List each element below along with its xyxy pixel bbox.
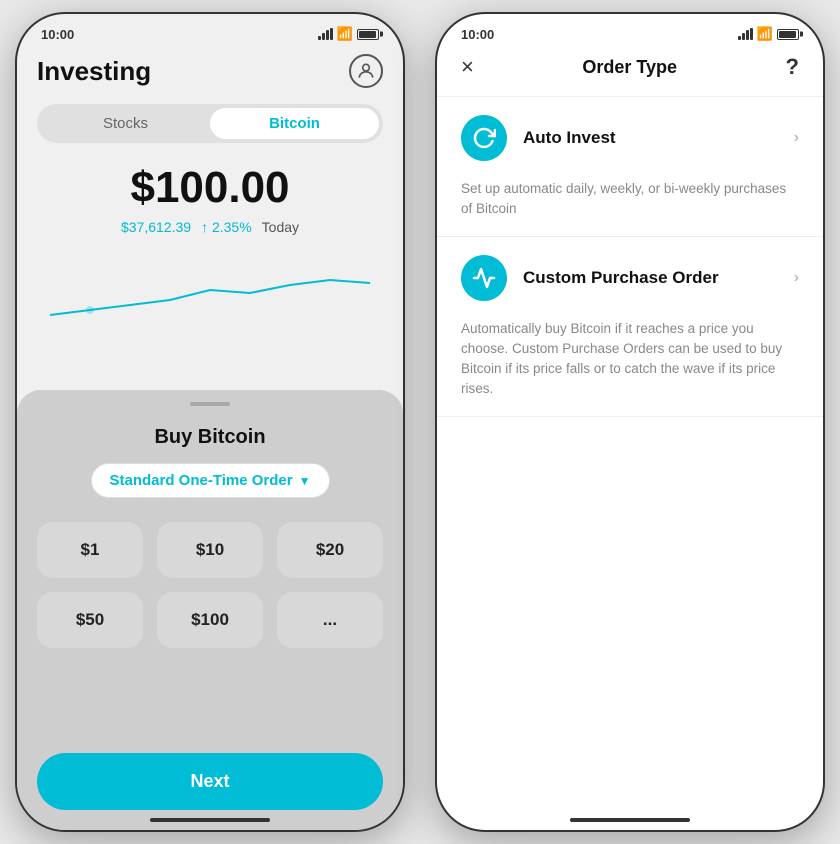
custom-purchase-icon xyxy=(461,255,507,301)
status-bar-left: 10:00 📶 xyxy=(17,14,403,46)
order-type-selector[interactable]: Standard One-Time Order ▼ xyxy=(91,463,330,498)
divider-2 xyxy=(437,416,823,417)
dropdown-chevron-icon: ▼ xyxy=(299,474,311,488)
close-button[interactable]: × xyxy=(461,54,474,80)
amount-grid: $1 $10 $20 $50 $100 ... xyxy=(37,522,383,648)
status-bar-right: 10:00 📶 xyxy=(437,14,823,46)
wifi-icon-right: 📶 xyxy=(757,26,773,42)
btc-price: $37,612.39 xyxy=(121,219,191,235)
tabs-row: Stocks Bitcoin xyxy=(37,104,383,143)
amount-btn-50[interactable]: $50 xyxy=(37,592,143,648)
portfolio-value: $100.00 xyxy=(37,163,383,213)
signal-icon xyxy=(318,28,333,40)
order-type-header: × Order Type ? xyxy=(437,46,823,97)
amount-btn-10[interactable]: $10 xyxy=(157,522,263,578)
investing-title: Investing xyxy=(37,56,151,87)
avatar-button[interactable] xyxy=(349,54,383,88)
wifi-icon: 📶 xyxy=(337,26,353,42)
auto-invest-icon xyxy=(461,115,507,161)
price-change: ↑ 2.35% xyxy=(201,219,252,235)
help-button[interactable]: ? xyxy=(786,54,799,80)
period: Today xyxy=(262,219,299,235)
sheet-title: Buy Bitcoin xyxy=(154,426,265,449)
investing-header: Investing xyxy=(37,54,383,88)
buy-bottom-sheet: Buy Bitcoin Standard One-Time Order ▼ $1… xyxy=(17,390,403,830)
home-indicator-left xyxy=(150,818,270,822)
status-icons-left: 📶 xyxy=(318,26,379,42)
next-button[interactable]: Next xyxy=(37,753,383,810)
left-content: Investing Stocks Bitcoin $100.00 $37,612… xyxy=(17,46,403,353)
chart-area xyxy=(37,255,383,335)
battery-icon xyxy=(357,29,379,40)
auto-invest-row[interactable]: Auto Invest › xyxy=(461,97,799,179)
custom-purchase-label: Custom Purchase Order xyxy=(523,268,778,288)
custom-purchase-chevron-icon: › xyxy=(794,269,799,287)
custom-purchase-row[interactable]: Custom Purchase Order › xyxy=(461,237,799,319)
home-indicator-right xyxy=(570,818,690,822)
auto-invest-option: Auto Invest › Set up automatic daily, we… xyxy=(437,97,823,236)
left-phone: 10:00 📶 Investing xyxy=(15,12,405,832)
amount-btn-1[interactable]: $1 xyxy=(37,522,143,578)
right-phone: 10:00 📶 × Order Type ? xyxy=(435,12,825,832)
auto-invest-description: Set up automatic daily, weekly, or bi-we… xyxy=(461,179,799,236)
amount-btn-20[interactable]: $20 xyxy=(277,522,383,578)
status-icons-right: 📶 xyxy=(738,26,799,42)
auto-invest-label: Auto Invest xyxy=(523,128,778,148)
tab-bitcoin[interactable]: Bitcoin xyxy=(210,108,379,139)
order-type-title: Order Type xyxy=(582,57,677,78)
amount-btn-more[interactable]: ... xyxy=(277,592,383,648)
tab-stocks[interactable]: Stocks xyxy=(41,108,210,139)
auto-invest-chevron-icon: › xyxy=(794,129,799,147)
battery-icon-right xyxy=(777,29,799,40)
custom-purchase-description: Automatically buy Bitcoin if it reaches … xyxy=(461,319,799,416)
price-details: $37,612.39 ↑ 2.35% Today xyxy=(37,219,383,235)
sheet-handle xyxy=(190,402,230,406)
time-right: 10:00 xyxy=(461,27,494,42)
time-left: 10:00 xyxy=(41,27,74,42)
order-type-label: Standard One-Time Order xyxy=(110,472,293,489)
signal-icon-right xyxy=(738,28,753,40)
amount-btn-100[interactable]: $100 xyxy=(157,592,263,648)
custom-purchase-option: Custom Purchase Order › Automatically bu… xyxy=(437,237,823,416)
